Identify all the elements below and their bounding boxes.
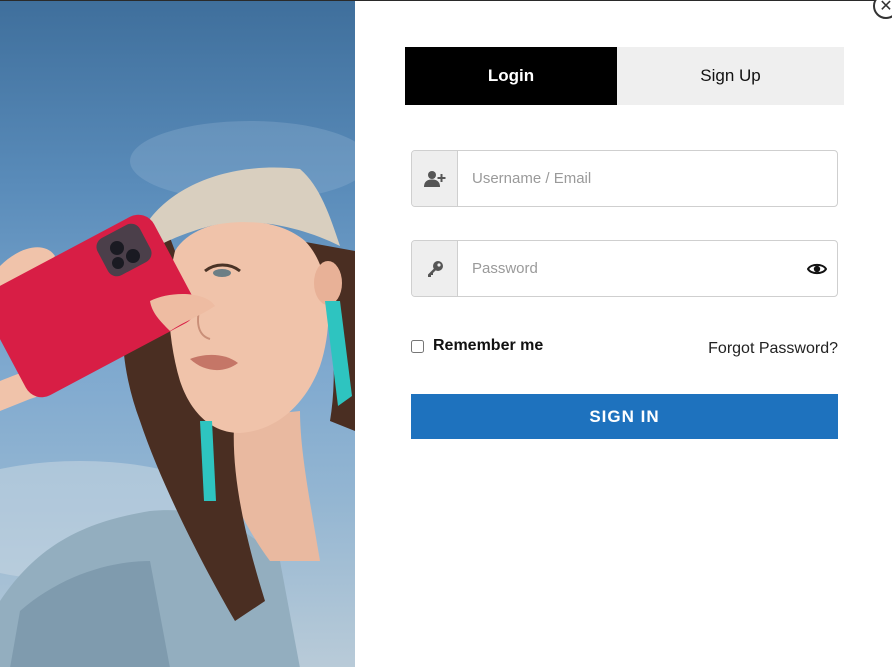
- remember-me-control[interactable]: Remember me: [411, 337, 543, 355]
- show-password-toggle[interactable]: [797, 241, 837, 296]
- sign-in-button[interactable]: SIGN IN: [411, 394, 838, 439]
- key-icon: [427, 260, 443, 277]
- tab-sign-up[interactable]: Sign Up: [617, 47, 844, 105]
- forgot-password-link[interactable]: Forgot Password?: [708, 340, 838, 358]
- promo-photo: [0, 1, 355, 667]
- model-with-phone-illustration: [0, 121, 355, 667]
- username-field-group: [411, 150, 838, 207]
- username-addon: [412, 151, 458, 206]
- close-icon: ✕: [879, 0, 892, 15]
- user-plus-icon: [423, 170, 445, 187]
- username-input[interactable]: [458, 151, 837, 206]
- auth-tabs: Login Sign Up: [405, 47, 844, 105]
- password-addon: [412, 241, 458, 296]
- remember-me-label: Remember me: [433, 337, 544, 354]
- login-modal: ✕ Login Sign Up Username / Email Remembe…: [0, 0, 892, 667]
- eye-icon: [807, 263, 827, 274]
- tab-login[interactable]: Login: [405, 47, 617, 105]
- close-button[interactable]: ✕: [873, 0, 892, 19]
- password-field-group: [411, 240, 838, 297]
- password-input[interactable]: [458, 241, 797, 296]
- remember-me-checkbox[interactable]: [411, 339, 424, 353]
